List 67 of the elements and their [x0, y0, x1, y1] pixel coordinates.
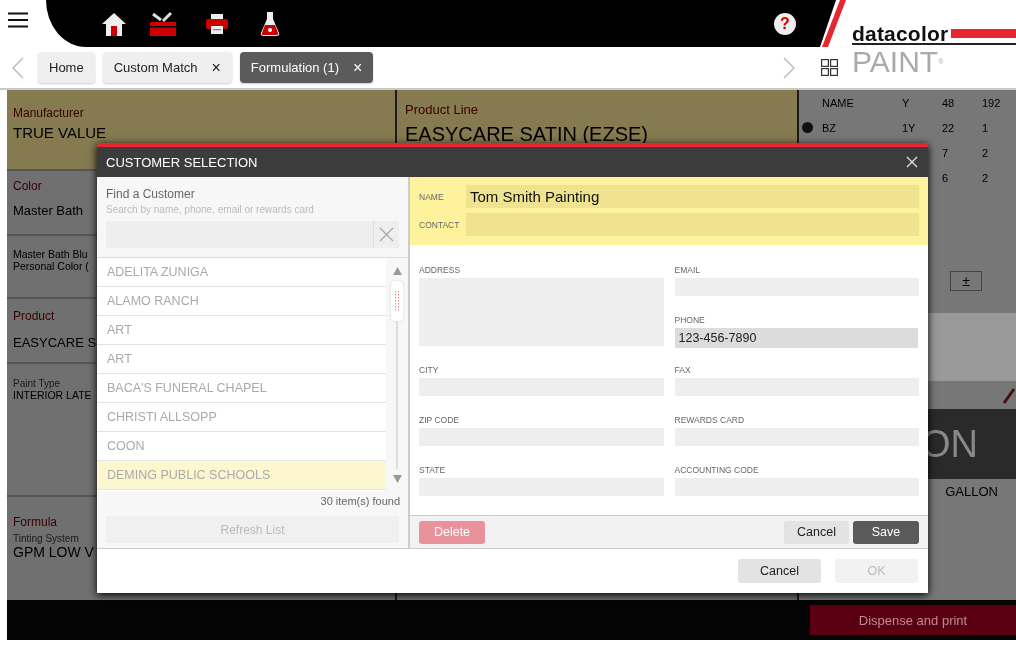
paint-type-value: INTERIOR LATE [13, 389, 92, 401]
result-count: 30 item(s) found [319, 494, 401, 509]
scroll-up-icon[interactable] [392, 267, 402, 275]
field-label: Tinting System [13, 533, 79, 544]
column-header: 48 [942, 96, 956, 109]
tab[interactable]: Custom Match × [102, 52, 232, 83]
printer-icon[interactable] [205, 12, 229, 35]
logo-bar [951, 29, 1016, 38]
color-name: Master Bath Blu [13, 248, 88, 260]
field-label: Product Line [405, 102, 479, 117]
name-field[interactable]: Tom Smith Painting [466, 185, 919, 208]
save-button[interactable]: Save [853, 520, 919, 544]
manufacturer-value: TRUE VALUE [13, 124, 107, 141]
color-type: Personal Color ( [13, 260, 89, 272]
menu-icon[interactable] [8, 12, 28, 28]
search-label: Find a Customer [106, 187, 196, 201]
field-label: PHONE [674, 315, 706, 326]
logo-wordmark: datacolor [852, 24, 949, 43]
field-label: ADDRESS [419, 265, 462, 276]
cancel-button[interactable]: Cancel [784, 520, 849, 544]
tab[interactable]: Formulation (1) × [239, 52, 374, 83]
search-field[interactable] [106, 221, 399, 248]
table-cell-text: 1Y [902, 121, 917, 134]
cancel-button[interactable]: Cancel [738, 559, 821, 583]
product-wordmark: PAINT$^{®}$ [852, 47, 945, 77]
table-cell-text: 7 [942, 146, 950, 159]
field-label: CITY [419, 365, 440, 376]
tinting-system-value: GPM LOW V [13, 544, 94, 560]
table-cell-text: 2 [982, 146, 990, 159]
field-label: REWARDS CARD [674, 415, 746, 426]
field-label: Paint Type [13, 378, 61, 389]
table-cell-text: 1 [982, 121, 990, 134]
input-field[interactable]: 123-456-7890 [674, 328, 919, 348]
colorant-dot-icon [802, 122, 813, 133]
dialog-title: CUSTOMER SELECTION [106, 154, 258, 170]
scroll-thumb[interactable] [391, 281, 403, 321]
field-label: FAX [674, 365, 692, 376]
table-cell-text: 22 [942, 121, 956, 134]
toolbox-icon[interactable] [149, 10, 177, 37]
color-value: Master Bath [13, 203, 84, 218]
field-label: NAME [419, 191, 445, 202]
column-header: 192 [982, 96, 1002, 109]
field-label: ZIP CODE [419, 415, 460, 426]
field-label: CONTACT [419, 219, 461, 230]
adjust-button[interactable]: ± [950, 271, 982, 291]
table-cell-text: 2 [982, 171, 990, 184]
dispense-button[interactable]: Dispense and print [810, 605, 1016, 635]
product-line-value: EASYCARE SATIN (EZSE) [405, 123, 649, 146]
field-label: EMAIL [674, 265, 701, 276]
table-cell-text: BZ [822, 121, 838, 134]
column-header: NAME [822, 96, 855, 109]
column-header: Y [902, 96, 911, 109]
tab[interactable]: Home [38, 52, 95, 83]
table-cell-text: 6 [942, 171, 950, 184]
home-icon[interactable] [101, 10, 127, 37]
product-value: EASYCARE S [13, 335, 97, 350]
scroll-down-icon[interactable] [392, 475, 402, 483]
field-label: Color [13, 179, 42, 193]
field-label: STATE [419, 465, 447, 476]
pencil-icon[interactable] [1002, 387, 1016, 405]
grid-icon[interactable] [821, 59, 838, 76]
field-label: Product [13, 309, 55, 323]
field-label: ACCOUNTING CODE [674, 465, 760, 476]
help-button[interactable]: ? [774, 12, 796, 35]
field-label: Manufacturer [13, 106, 84, 120]
size-unit: GALLON [945, 484, 998, 499]
field-label: Formula [13, 515, 57, 529]
